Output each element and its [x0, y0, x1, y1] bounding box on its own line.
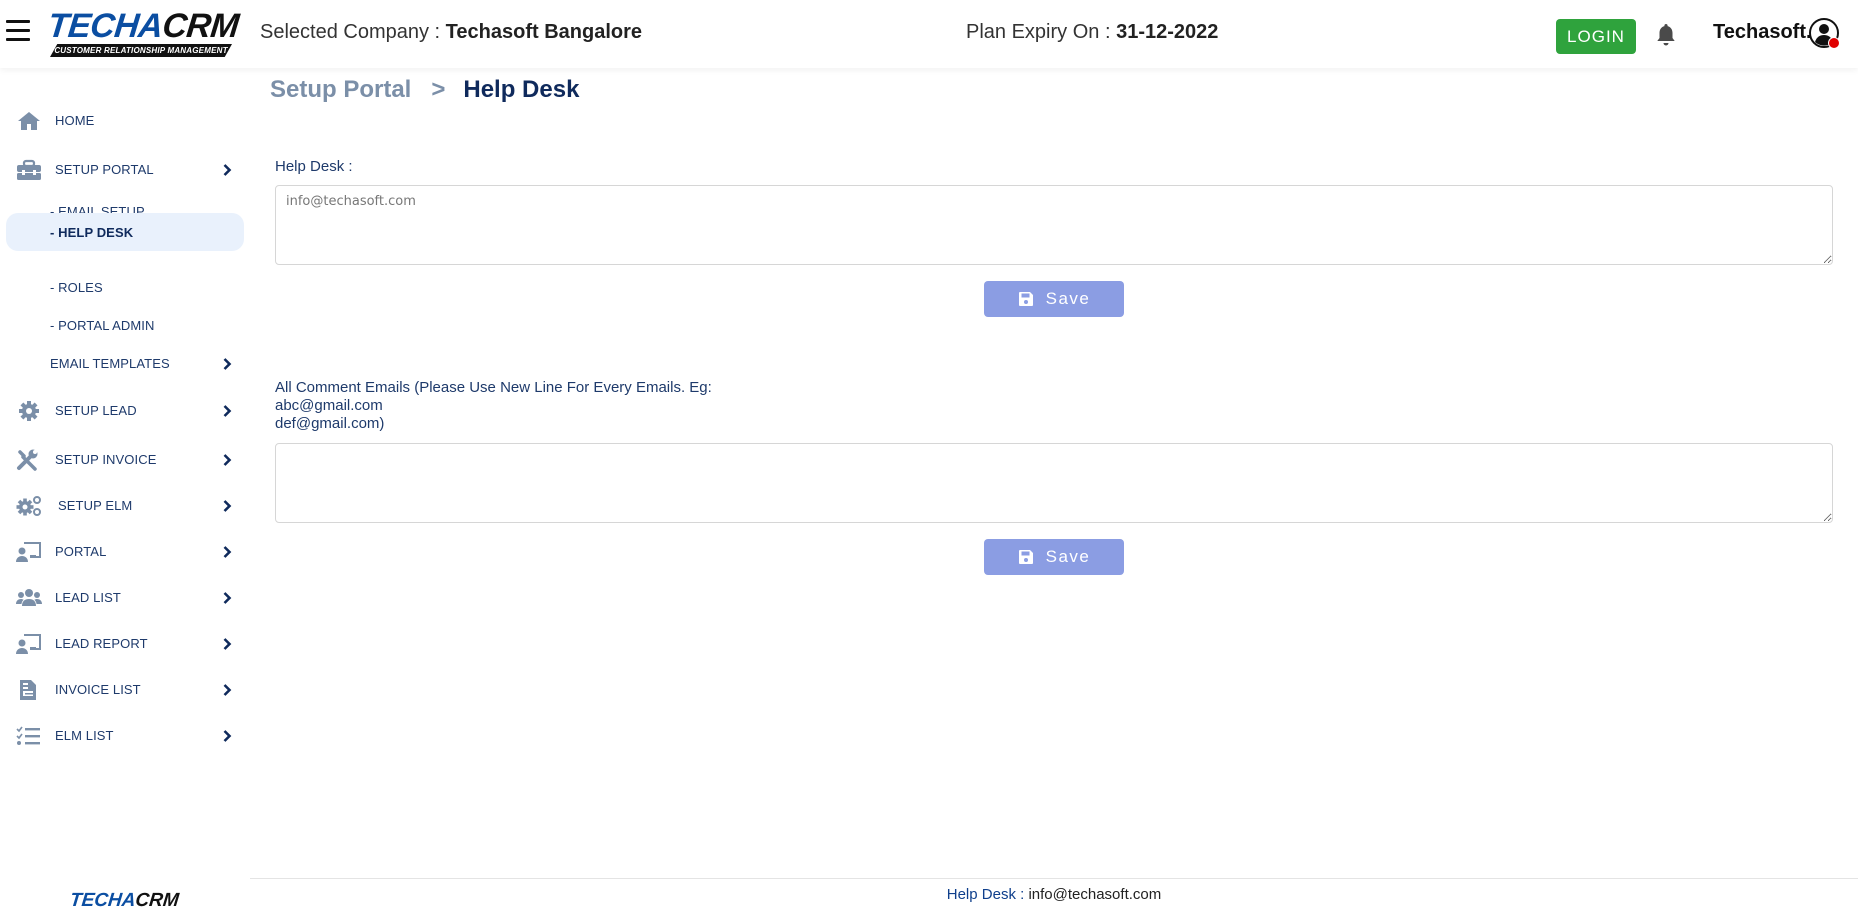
- breadcrumb-current: Help Desk: [463, 76, 580, 103]
- sidebar-item-lead-report[interactable]: LEAD REPORT: [0, 626, 245, 662]
- footer-logo-crm: CRM: [134, 890, 180, 911]
- sidebar-subitem-help-desk[interactable]: - HELP DESK: [6, 213, 244, 251]
- gear-icon: [19, 401, 39, 421]
- sidebar-subitem-email-templates[interactable]: EMAIL TEMPLATES: [6, 344, 244, 382]
- comment-emails-save-button[interactable]: Save: [984, 539, 1124, 575]
- chevron-right-icon: [223, 684, 232, 696]
- footer-logo-techa: TECHA: [68, 890, 137, 911]
- app-logo[interactable]: TECHACRM CUSTOMER RELATIONSHIP MANAGEMEN…: [46, 7, 241, 58]
- plan-expiry-value: 31-12-2022: [1116, 21, 1219, 43]
- breadcrumb: Setup Portal > Help Desk: [270, 76, 579, 104]
- breadcrumb-separator-icon: >: [431, 76, 446, 103]
- tools-icon: [17, 449, 38, 471]
- help-desk-save-button[interactable]: Save: [984, 281, 1124, 317]
- sidebar-item-elm-list[interactable]: ELM LIST: [0, 718, 245, 754]
- sidebar-item-label: HOME: [55, 113, 95, 128]
- sidebar-item-setup-elm[interactable]: SETUP ELM: [0, 488, 245, 524]
- user-screen-icon: [16, 634, 41, 654]
- sidebar-item-home[interactable]: HOME: [0, 103, 245, 139]
- save-label: Save: [1045, 289, 1091, 308]
- comment-emails-label: All Comment Emails (Please Use New Line …: [275, 379, 712, 433]
- sidebar: HOME SETUP PORTAL - EMAIL SETUP - HELP D…: [0, 68, 250, 919]
- document-icon: [20, 680, 36, 700]
- login-button[interactable]: LOGIN: [1556, 19, 1636, 54]
- save-label: Save: [1045, 547, 1091, 566]
- plan-expiry: Plan Expiry On : 31-12-2022: [966, 21, 1218, 44]
- sidebar-item-label: LEAD LIST: [55, 590, 121, 605]
- footer-logo: TECHACRM: [69, 890, 180, 912]
- checklist-icon: [16, 726, 40, 745]
- username[interactable]: Techasoft.: [1713, 21, 1812, 44]
- sidebar-item-label: SETUP ELM: [58, 498, 133, 513]
- sidebar-subitem-portal-admin[interactable]: - PORTAL ADMIN: [6, 306, 244, 344]
- sidebar-subitem-label: - HELP DESK: [50, 225, 134, 240]
- comment-emails-label-line2: abc@gmail.com: [275, 397, 383, 414]
- sidebar-item-setup-lead[interactable]: SETUP LEAD: [0, 393, 245, 429]
- home-icon: [18, 112, 40, 130]
- sidebar-item-label: LEAD REPORT: [55, 636, 148, 651]
- users-icon: [16, 589, 42, 606]
- sidebar-item-label: INVOICE LIST: [55, 682, 141, 697]
- chevron-right-icon: [223, 358, 232, 370]
- selected-company-value: Techasoft Bangalore: [445, 21, 643, 43]
- selected-company: Selected Company : Techasoft Bangalore: [260, 21, 642, 44]
- chevron-right-icon: [223, 454, 232, 466]
- logo-tagline: CUSTOMER RELATIONSHIP MANAGEMENT: [50, 44, 232, 57]
- gears-icon: [16, 496, 41, 516]
- sidebar-item-label: ELM LIST: [55, 728, 114, 743]
- sidebar-item-label: SETUP LEAD: [55, 403, 137, 418]
- sidebar-item-label: SETUP INVOICE: [55, 452, 157, 467]
- footer-help-desk-label: Help Desk :: [946, 886, 1025, 903]
- user-avatar-icon[interactable]: [1809, 18, 1841, 50]
- sidebar-subitem-label: - ROLES: [50, 280, 103, 295]
- breadcrumb-setup-portal[interactable]: Setup Portal: [270, 76, 411, 103]
- sidebar-subitem-label: - PORTAL ADMIN: [50, 318, 155, 333]
- bell-icon[interactable]: [1654, 22, 1678, 48]
- chevron-right-icon: [223, 405, 232, 417]
- toolbox-icon: [17, 159, 41, 180]
- sidebar-item-label: PORTAL: [55, 544, 107, 559]
- help-desk-label: Help Desk :: [275, 158, 353, 175]
- sidebar-item-setup-invoice[interactable]: SETUP INVOICE: [0, 442, 245, 478]
- page-footer: Help Desk : info@techasoft.com: [250, 878, 1858, 919]
- chevron-right-icon: [223, 592, 232, 604]
- hamburger-icon[interactable]: [6, 20, 30, 42]
- sidebar-item-invoice-list[interactable]: INVOICE LIST: [0, 672, 245, 708]
- comment-emails-input[interactable]: [275, 443, 1833, 523]
- logo-text-techa: TECHA: [46, 7, 165, 45]
- comment-emails-label-line1: All Comment Emails (Please Use New Line …: [275, 379, 712, 396]
- sidebar-item-lead-list[interactable]: LEAD LIST: [0, 580, 245, 616]
- save-icon: [1018, 550, 1033, 564]
- sidebar-subitem-label: EMAIL TEMPLATES: [50, 356, 170, 371]
- footer-help-desk-email[interactable]: info@techasoft.com: [1028, 886, 1161, 903]
- chevron-right-icon: [223, 500, 232, 512]
- save-icon: [1018, 292, 1033, 306]
- help-desk-input[interactable]: [275, 185, 1833, 265]
- logo-text-crm: CRM: [160, 7, 241, 45]
- selected-company-label: Selected Company :: [260, 21, 441, 43]
- plan-expiry-label: Plan Expiry On :: [966, 21, 1111, 43]
- chevron-right-icon: [223, 638, 232, 650]
- sidebar-item-label: SETUP PORTAL: [55, 162, 154, 177]
- comment-emails-label-line3: def@gmail.com): [275, 415, 385, 432]
- chevron-right-icon: [223, 546, 232, 558]
- sidebar-subitem-roles[interactable]: - ROLES: [6, 268, 244, 306]
- user-screen-icon: [16, 542, 41, 562]
- chevron-right-icon: [223, 730, 232, 742]
- top-header: TECHACRM CUSTOMER RELATIONSHIP MANAGEMEN…: [0, 0, 1858, 68]
- sidebar-item-setup-portal[interactable]: SETUP PORTAL: [0, 152, 245, 188]
- chevron-right-icon: [223, 164, 232, 176]
- sidebar-item-portal[interactable]: PORTAL: [0, 534, 245, 570]
